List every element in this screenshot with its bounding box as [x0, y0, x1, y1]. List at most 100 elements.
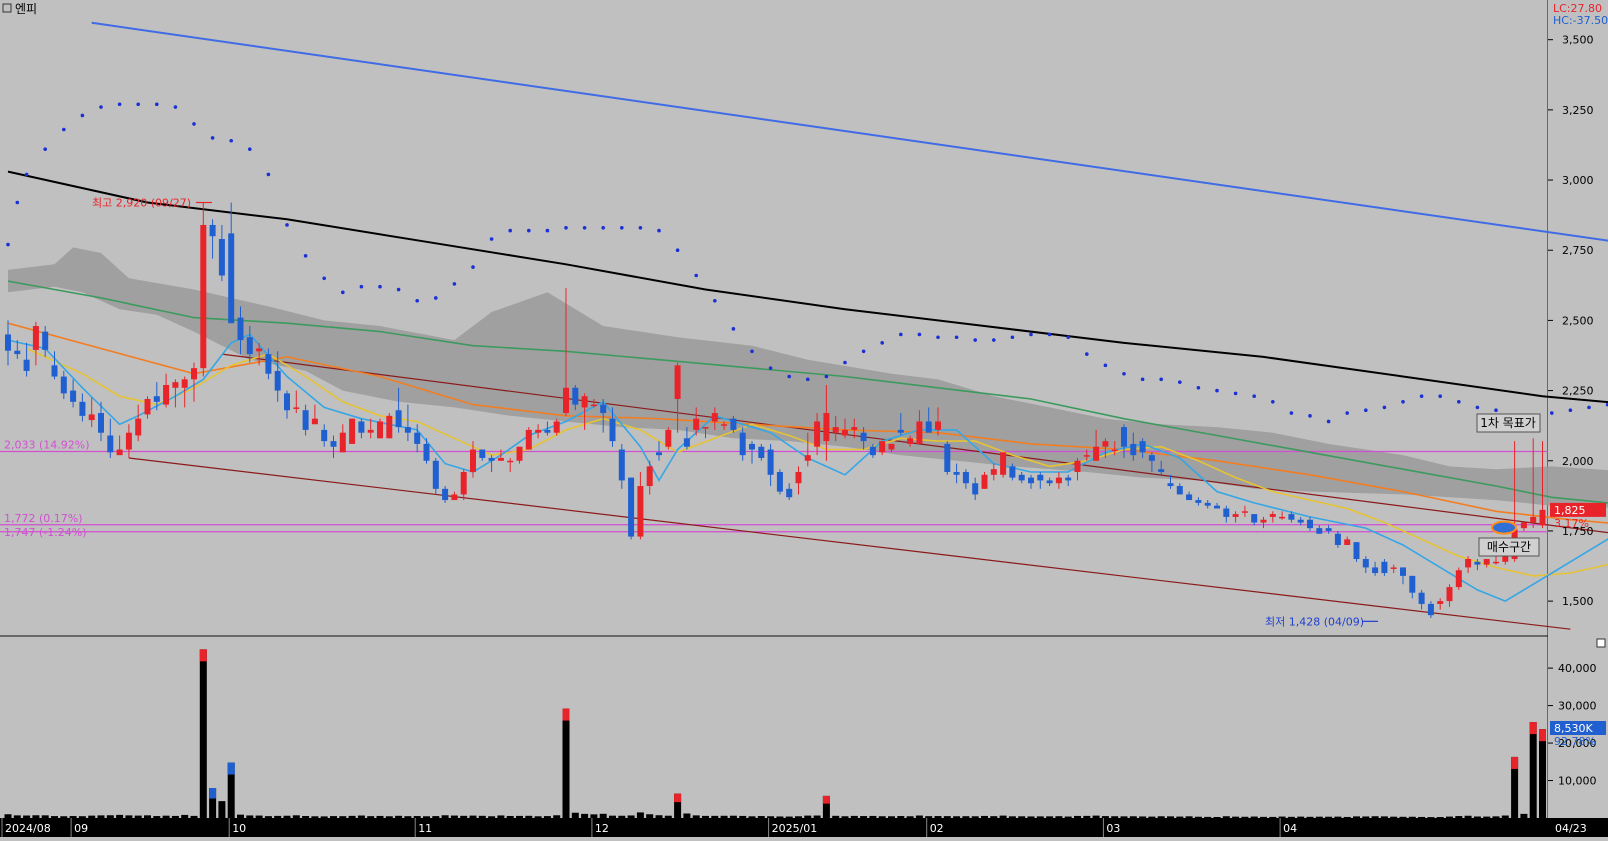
- candle-body: [869, 446, 876, 456]
- sar-dot: [434, 296, 438, 300]
- candle-body: [1260, 519, 1267, 523]
- volume-bar: [618, 815, 626, 818]
- candle-body: [311, 418, 318, 425]
- sar-dot: [1010, 335, 1015, 340]
- volume-bar-cap: [209, 788, 217, 799]
- candle-body: [181, 379, 188, 388]
- sar-dot: [1568, 408, 1573, 413]
- candle-body: [1130, 443, 1137, 456]
- sar-dot: [1475, 405, 1480, 410]
- sar-dot: [973, 338, 977, 342]
- volume-bar: [41, 815, 49, 818]
- candle-body: [935, 421, 941, 430]
- time-label: 2024/08: [5, 822, 51, 835]
- volume-bar: [218, 801, 226, 818]
- sar-dot: [322, 276, 327, 281]
- volume-bar: [525, 815, 533, 818]
- volume-bar: [385, 816, 393, 818]
- sar-dot: [99, 105, 103, 109]
- sar-dot: [1159, 377, 1163, 382]
- volume-bar: [330, 816, 337, 818]
- candle-body: [1214, 505, 1220, 509]
- sar-dot: [750, 349, 754, 354]
- candle-body: [618, 449, 625, 481]
- volume-bar: [776, 816, 784, 818]
- candle-body: [628, 477, 635, 537]
- sar-dot: [843, 360, 847, 365]
- sar-dot: [378, 284, 382, 289]
- sar-dot: [452, 282, 457, 286]
- time-label: 02: [930, 822, 944, 835]
- time-label: 2025/01: [772, 822, 818, 835]
- sar-dot: [1308, 414, 1312, 418]
- candle-body: [1344, 539, 1351, 545]
- panel-expand-icon[interactable]: [1596, 638, 1606, 648]
- volume-bar: [562, 708, 570, 818]
- candle-body: [1381, 561, 1388, 574]
- volume-bar: [1101, 816, 1109, 818]
- candle-body: [125, 432, 132, 450]
- sar-dot: [899, 332, 903, 337]
- volume-bar: [1250, 816, 1258, 818]
- sar-dot: [396, 287, 401, 292]
- sar-dot: [861, 349, 866, 354]
- sar-dot: [824, 374, 829, 379]
- volume-bar: [1241, 816, 1249, 818]
- candle-body: [962, 471, 969, 484]
- volume-bar: [1204, 816, 1212, 818]
- volume-bar: [1436, 817, 1444, 818]
- candle-body: [795, 471, 802, 484]
- volume-bar: [1074, 815, 1081, 818]
- volume-bar: [1092, 815, 1100, 818]
- volume-bar: [1232, 816, 1240, 818]
- candle-body: [1362, 559, 1369, 568]
- volume-bar: [1064, 816, 1072, 818]
- candle-body: [51, 365, 58, 377]
- volume-bar: [1343, 816, 1351, 818]
- volume-bar: [1473, 816, 1481, 818]
- sar-dot: [1178, 380, 1182, 384]
- sar-dot: [675, 248, 680, 253]
- volume-bar: [1306, 816, 1314, 818]
- sar-dot: [192, 122, 196, 126]
- candle-body: [1539, 509, 1546, 526]
- price-tick-label: 2,250: [1562, 385, 1594, 398]
- sar-dot: [341, 290, 345, 295]
- candle-body: [479, 449, 486, 458]
- volume-bar: [516, 815, 523, 818]
- candle-body: [135, 418, 142, 436]
- volume-bar: [999, 815, 1007, 818]
- volume-bar: [1148, 816, 1156, 818]
- volume-bar: [125, 815, 133, 818]
- volume-bar: [171, 815, 179, 818]
- volume-bar: [1399, 816, 1407, 818]
- volume-bar: [1529, 722, 1537, 818]
- volume-bar: [1446, 816, 1453, 818]
- sar-dot: [1550, 411, 1554, 415]
- candle-body: [1520, 522, 1527, 529]
- volume-bar: [1008, 816, 1016, 818]
- sar-dot: [582, 225, 587, 230]
- volume-bar: [1501, 815, 1509, 818]
- candle-body: [144, 399, 151, 415]
- time-label: 12: [595, 822, 609, 835]
- volume-bar: [962, 816, 970, 818]
- candle-body: [1427, 603, 1434, 616]
- candle-body: [916, 421, 923, 444]
- volume-bar: [339, 816, 347, 818]
- candle-body: [804, 455, 811, 461]
- volume-bar: [51, 816, 58, 818]
- candle-body: [377, 421, 383, 439]
- sar-dot: [15, 200, 20, 205]
- volume-bar: [469, 815, 477, 818]
- volume-bar: [23, 815, 31, 818]
- volume-bar: [934, 816, 942, 818]
- volume-bar: [990, 816, 998, 818]
- volume-bar: [1427, 817, 1435, 818]
- candle-body: [907, 438, 914, 444]
- candle-body: [953, 471, 960, 475]
- current-price-value: 1,825: [1554, 504, 1586, 517]
- volume-bar: [553, 815, 561, 818]
- candle-body: [1102, 441, 1109, 447]
- candle-body: [730, 418, 737, 430]
